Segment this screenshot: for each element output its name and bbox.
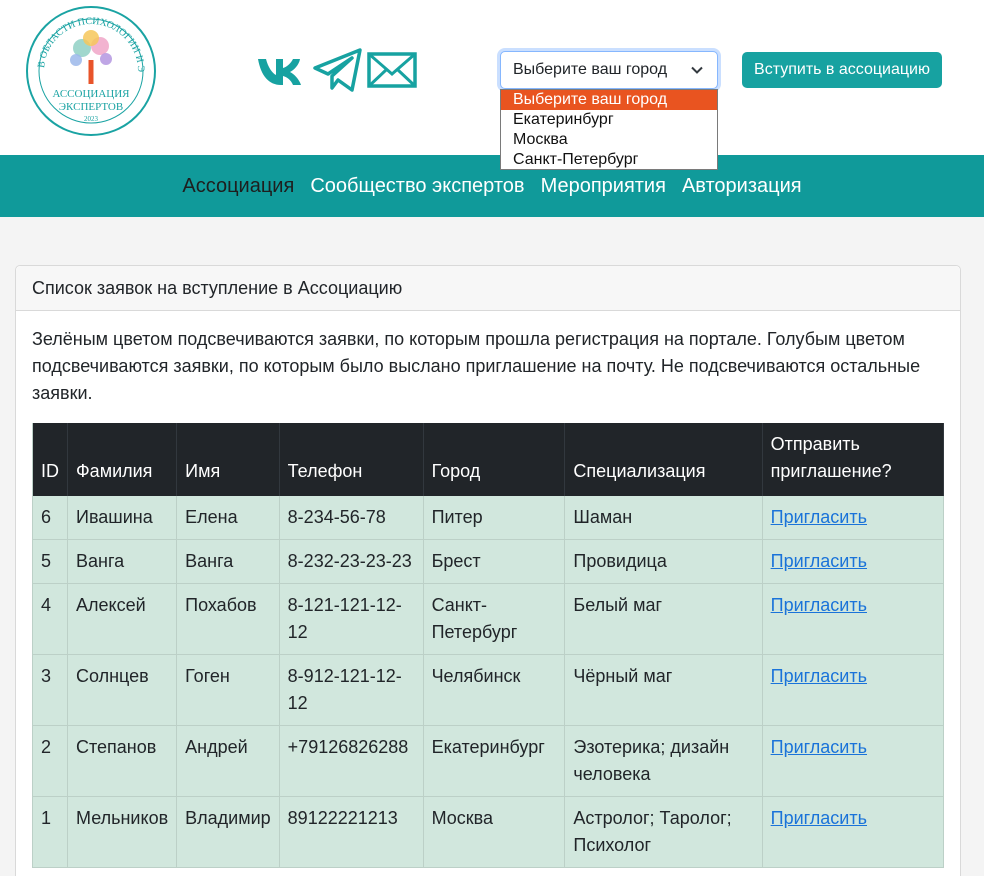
mail-icon[interactable] <box>366 46 418 94</box>
logo-line1: АССОЦИАЦИЯ <box>52 88 130 100</box>
col-city: Город <box>423 423 566 496</box>
cell-city: Екатеринбург <box>423 725 566 797</box>
table-row: 2 Степанов Андрей +79126826288 Екатеринб… <box>32 725 945 797</box>
cell-id: 6 <box>32 496 68 540</box>
cell-city: Брест <box>423 539 566 584</box>
nav-association[interactable]: Ассоциация <box>182 175 294 198</box>
cell-specialization: Провидица <box>564 539 763 584</box>
cell-city: Санкт-Петербург <box>423 583 566 655</box>
city-select-value: Выберите ваш город <box>513 61 668 78</box>
city-option[interactable]: Санкт-Петербург <box>501 150 717 170</box>
cell-specialization: Чёрный маг <box>564 654 763 726</box>
table-row: 3 Солнцев Гоген 8-912-121-12-12 Челябинс… <box>32 654 945 726</box>
cell-name: Андрей <box>176 725 280 797</box>
association-logo[interactable]: В ОБЛАСТИ ПСИХОЛОГИИ И ЭЗОТЕРИКИ АССОЦИА… <box>24 4 158 138</box>
table-row: 1 Мельников Владимир 89122221213 Москва … <box>32 796 945 868</box>
applications-table: ID Фамилия Имя Телефон Город Специализац… <box>32 423 945 868</box>
table-row: 4 Алексей Похабов 8-121-121-12-12 Санкт-… <box>32 583 945 655</box>
table-row: 6 Ивашина Елена 8-234-56-78 Питер Шаман … <box>32 496 945 540</box>
cell-phone: +79126826288 <box>279 725 424 797</box>
cell-id: 4 <box>32 583 68 655</box>
invite-link[interactable]: Пригласить <box>771 737 867 757</box>
cell-city: Челябинск <box>423 654 566 726</box>
cell-id: 2 <box>32 725 68 797</box>
col-surname: Фамилия <box>67 423 178 496</box>
cell-name: Похабов <box>176 583 280 655</box>
cell-specialization: Эзотерика; дизайн человека <box>564 725 763 797</box>
cell-name: Ванга <box>176 539 280 584</box>
city-option[interactable]: Москва <box>501 130 717 150</box>
table-header-row: ID Фамилия Имя Телефон Город Специализац… <box>32 423 945 496</box>
cell-id: 3 <box>32 654 68 726</box>
invite-link[interactable]: Пригласить <box>771 507 867 527</box>
cell-surname: Ванга <box>67 539 178 584</box>
invite-link[interactable]: Пригласить <box>771 551 867 571</box>
cell-surname: Мельников <box>67 796 178 868</box>
col-invite: Отправить приглашение? <box>762 423 945 496</box>
nav-login[interactable]: Авторизация <box>682 175 802 198</box>
cell-phone: 8-232-23-23-23 <box>279 539 424 584</box>
city-dropdown: Выберите ваш город Екатеринбург Москва С… <box>500 89 718 170</box>
telegram-icon[interactable] <box>312 46 364 94</box>
col-specialization: Специализация <box>564 423 763 496</box>
card-title: Список заявок на вступление в Ассоциацию <box>16 266 960 311</box>
col-name: Имя <box>176 423 280 496</box>
cell-city: Москва <box>423 796 566 868</box>
cell-phone: 89122221213 <box>279 796 424 868</box>
nav-events[interactable]: Мероприятия <box>541 175 666 198</box>
cell-specialization: Белый маг <box>564 583 763 655</box>
table-row: 5 Ванга Ванга 8-232-23-23-23 Брест Прови… <box>32 539 945 584</box>
cell-phone: 8-234-56-78 <box>279 496 424 540</box>
card-description: Зелёным цветом подсвечиваются заявки, по… <box>32 329 921 403</box>
cell-surname: Алексей <box>67 583 178 655</box>
cell-surname: Ивашина <box>67 496 178 540</box>
cell-id: 1 <box>32 796 68 868</box>
invite-link[interactable]: Пригласить <box>771 666 867 686</box>
logo-year: 2023 <box>84 115 99 123</box>
cell-surname: Степанов <box>67 725 178 797</box>
cell-name: Владимир <box>176 796 280 868</box>
applications-card: Список заявок на вступление в Ассоциацию… <box>15 265 961 876</box>
cell-phone: 8-121-121-12-12 <box>279 583 424 655</box>
chevron-down-icon <box>691 66 703 74</box>
cell-city: Питер <box>423 496 566 540</box>
vk-icon[interactable] <box>256 46 308 94</box>
cell-specialization: Шаман <box>564 496 763 540</box>
city-select[interactable]: Выберите ваш город <box>500 51 718 89</box>
cell-name: Гоген <box>176 654 280 726</box>
city-option[interactable]: Екатеринбург <box>501 110 717 130</box>
col-phone: Телефон <box>279 423 424 496</box>
main-navbar: Ассоциация Сообщество экспертов Мероприя… <box>0 155 984 217</box>
cell-id: 5 <box>32 539 68 584</box>
logo-line2: ЭКСПЕРТОВ <box>59 101 123 113</box>
site-header: В ОБЛАСТИ ПСИХОЛОГИИ И ЭЗОТЕРИКИ АССОЦИА… <box>0 0 984 170</box>
city-option[interactable]: Выберите ваш город <box>501 90 717 110</box>
cell-name: Елена <box>176 496 280 540</box>
nav-experts-community[interactable]: Сообщество экспертов <box>310 175 524 198</box>
join-association-button[interactable]: Вступить в ассоциацию <box>742 52 942 88</box>
cell-phone: 8-912-121-12-12 <box>279 654 424 726</box>
cell-surname: Солнцев <box>67 654 178 726</box>
invite-link[interactable]: Пригласить <box>771 808 867 828</box>
invite-link[interactable]: Пригласить <box>771 595 867 615</box>
tree-icon <box>70 30 112 84</box>
col-id: ID <box>32 423 68 496</box>
cell-specialization: Астролог; Таролог; Психолог <box>564 796 763 868</box>
